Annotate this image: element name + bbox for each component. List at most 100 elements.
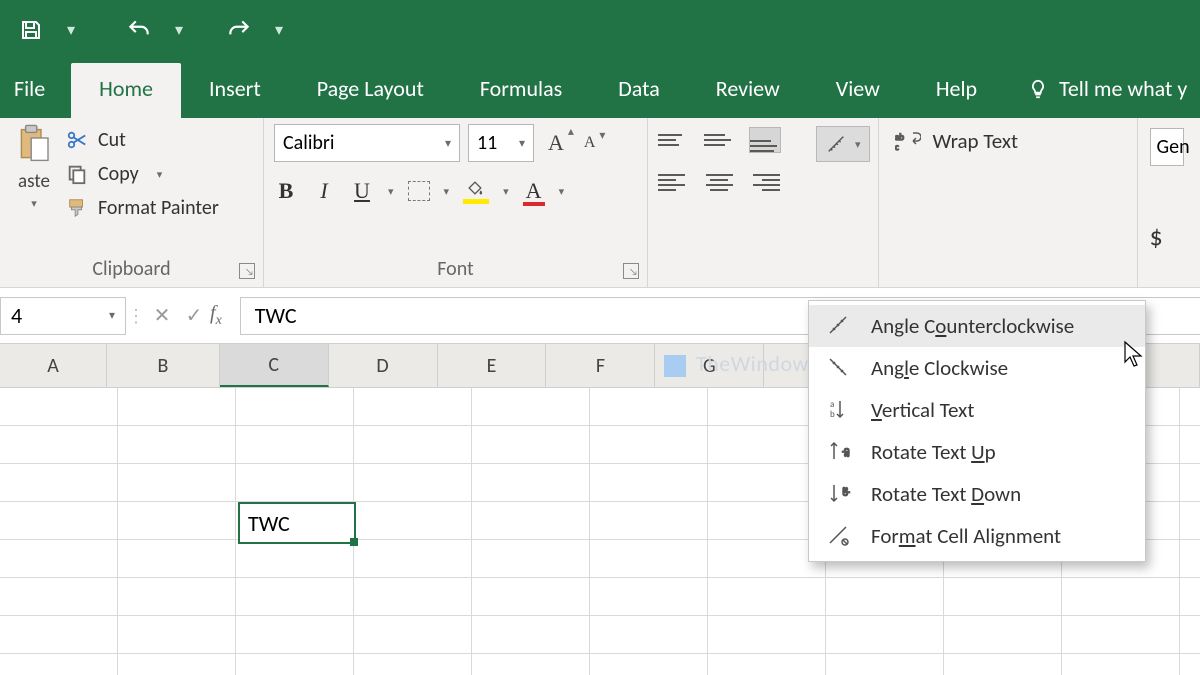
quick-access-toolbar: ▾ ▾ ▾: [0, 0, 1200, 60]
redo-icon[interactable]: [222, 13, 256, 47]
format-painter-button[interactable]: Format Painter: [66, 196, 219, 220]
format-painter-label: Format Painter: [98, 196, 219, 220]
copy-button[interactable]: Copy: [66, 162, 219, 186]
group-clipboard: aste ▾ Cut Copy Format Painter Clipboa: [0, 118, 264, 287]
tab-formulas[interactable]: Formulas: [452, 63, 590, 118]
align-center-icon[interactable]: [704, 170, 734, 194]
angle-cw-icon: [825, 355, 853, 381]
col-header[interactable]: E: [438, 344, 547, 387]
orientation-split-button[interactable]: ▾: [808, 118, 878, 287]
col-header[interactable]: D: [329, 344, 438, 387]
col-header[interactable]: F: [546, 344, 655, 387]
rotate-down-icon: ab: [825, 481, 853, 507]
tab-file[interactable]: File: [0, 63, 71, 118]
paste-icon: [17, 124, 51, 166]
save-dropdown-icon[interactable]: ▾: [62, 20, 80, 40]
menu-rotate-text-down[interactable]: ab Rotate Text Down: [809, 473, 1145, 515]
align-left-icon[interactable]: [658, 170, 688, 194]
ribbon: aste ▾ Cut Copy Format Painter Clipboa: [0, 118, 1200, 288]
underline-dropdown-icon[interactable]: ▾: [388, 185, 394, 198]
fill-color-icon[interactable]: [463, 178, 489, 204]
font-size-value: 11: [477, 131, 497, 155]
clipboard-launcher-icon[interactable]: ↘: [239, 263, 255, 279]
align-right-icon[interactable]: [750, 170, 780, 194]
tab-insert[interactable]: Insert: [181, 63, 289, 118]
selected-cell[interactable]: TWC: [238, 502, 356, 544]
tab-data[interactable]: Data: [590, 63, 688, 118]
tab-home[interactable]: Home: [71, 63, 181, 118]
orientation-icon: [825, 133, 847, 155]
col-header[interactable]: B: [107, 344, 220, 387]
align-top-icon[interactable]: [658, 128, 688, 152]
redo-dropdown-icon[interactable]: ▾: [270, 20, 288, 40]
fill-handle[interactable]: [350, 538, 358, 546]
group-alignment: [648, 118, 808, 287]
tab-review[interactable]: Review: [688, 63, 808, 118]
group-number: Gen $: [1138, 118, 1192, 287]
font-color-dropdown-icon[interactable]: ▾: [559, 185, 565, 198]
menu-angle-clockwise[interactable]: Angle Clockwise: [809, 347, 1145, 389]
svg-text:ab: ab: [841, 448, 851, 457]
font-name-combo[interactable]: Calibri ▾: [274, 124, 460, 162]
wrap-text-button[interactable]: abc Wrap Text: [895, 128, 1121, 154]
chevron-down-icon: ▾: [445, 136, 451, 151]
copy-label: Copy: [98, 162, 139, 186]
borders-dropdown-icon[interactable]: ▾: [444, 185, 450, 198]
font-launcher-icon[interactable]: ↘: [623, 263, 639, 279]
chevron-down-icon: ▾: [855, 138, 861, 151]
format-alignment-icon: [825, 523, 853, 549]
paste-dropdown-icon[interactable]: ▾: [31, 197, 37, 210]
menu-format-cell-alignment[interactable]: Format Cell Alignment: [809, 515, 1145, 557]
svg-text:c: c: [895, 142, 899, 152]
cut-label: Cut: [98, 128, 126, 152]
undo-icon[interactable]: [122, 13, 156, 47]
cell-value: TWC: [248, 510, 290, 537]
grip-icon: ⋮: [126, 305, 146, 327]
bold-button[interactable]: B: [274, 178, 298, 204]
font-name-value: Calibri: [283, 131, 335, 155]
group-wrap: abc Wrap Text: [878, 118, 1138, 287]
font-size-combo[interactable]: 11▾: [468, 124, 534, 162]
orientation-menu: Angle Counterclockwise Angle Clockwise a…: [808, 300, 1146, 562]
insert-function-icon[interactable]: fx: [210, 302, 222, 329]
fill-dropdown-icon[interactable]: ▾: [503, 185, 509, 198]
tab-view[interactable]: View: [808, 63, 908, 118]
menu-vertical-text[interactable]: ab Vertical Text: [809, 389, 1145, 431]
scissors-icon: [66, 129, 88, 151]
cut-button[interactable]: Cut: [66, 128, 219, 152]
underline-button[interactable]: U: [350, 178, 374, 204]
tab-help[interactable]: Help: [908, 63, 1005, 118]
formula-value: TWC: [255, 302, 297, 329]
save-icon[interactable]: [14, 13, 48, 47]
undo-dropdown-icon[interactable]: ▾: [170, 20, 188, 40]
paste-button[interactable]: aste ▾: [10, 124, 58, 220]
align-bottom-icon[interactable]: [750, 128, 780, 152]
name-box[interactable]: 4 ▾: [0, 297, 126, 335]
increase-font-icon[interactable]: A▴: [542, 126, 570, 160]
group-label-clipboard: Clipboard ↘: [10, 257, 253, 287]
enter-formula-icon[interactable]: ✓: [178, 300, 210, 332]
borders-icon[interactable]: [408, 181, 430, 201]
group-label-font: Font ↘: [274, 257, 637, 287]
menu-label: Rotate Text Down: [871, 481, 1021, 507]
lightbulb-icon: [1027, 78, 1049, 100]
menu-angle-counterclockwise[interactable]: Angle Counterclockwise: [809, 305, 1145, 347]
cancel-formula-icon[interactable]: ✕: [146, 300, 178, 332]
italic-button[interactable]: I: [312, 178, 336, 204]
menu-label: Rotate Text Up: [871, 439, 996, 465]
align-middle-icon[interactable]: [704, 128, 734, 152]
number-format-combo[interactable]: Gen: [1150, 128, 1184, 166]
decrease-font-icon[interactable]: A▾: [578, 130, 602, 156]
col-header[interactable]: A: [0, 344, 107, 387]
font-color-icon[interactable]: A: [523, 178, 545, 204]
wrap-text-icon: abc: [895, 130, 921, 152]
currency-icon[interactable]: $: [1150, 166, 1180, 252]
menu-rotate-text-up[interactable]: ab Rotate Text Up: [809, 431, 1145, 473]
paste-label: aste: [18, 170, 50, 193]
group-font: Calibri▾ 11▾ A▴ A▾ B I U ▾ ▾ ▾ A ▾ Font: [264, 118, 648, 287]
tab-page-layout[interactable]: Page Layout: [289, 63, 452, 118]
tell-me-search[interactable]: Tell me what y: [1005, 75, 1187, 118]
svg-text:ab: ab: [840, 487, 851, 496]
col-header-selected[interactable]: C: [220, 344, 329, 387]
menu-label: Angle Clockwise: [871, 355, 1008, 381]
